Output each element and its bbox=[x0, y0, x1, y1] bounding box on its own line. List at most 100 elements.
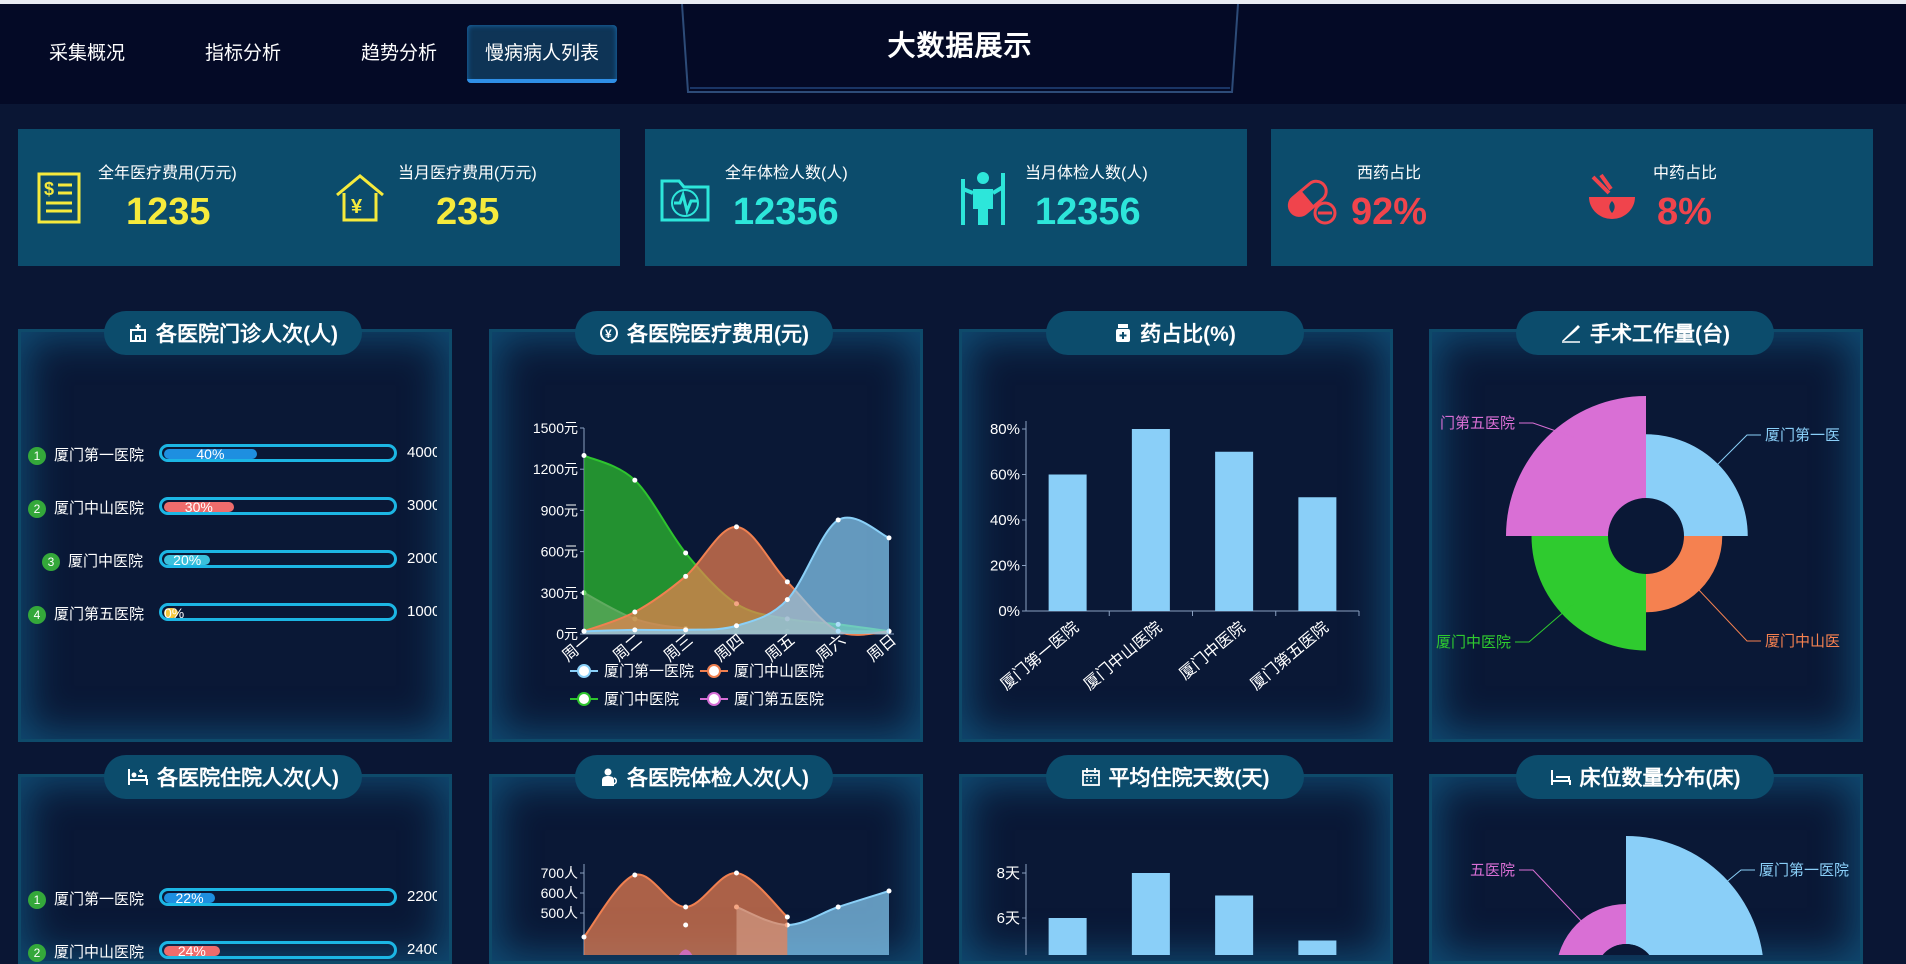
rank-value: 2200 bbox=[407, 888, 437, 905]
rank-value: 3000 bbox=[407, 497, 437, 514]
y-tick-label: 6天 bbox=[997, 910, 1020, 927]
progress-fill: 20% bbox=[164, 553, 211, 567]
hospital-name: 厦门中山医院 bbox=[54, 500, 145, 517]
rank-label: 1 厦门第一医院 bbox=[28, 444, 144, 465]
panel-title-text: 各医院住院人次(人) bbox=[157, 767, 339, 790]
legend-marker bbox=[577, 664, 591, 678]
legend-marker bbox=[577, 692, 591, 706]
inpatient-title: 各医院住院人次(人) bbox=[104, 755, 362, 799]
data-point bbox=[632, 477, 638, 483]
y-tick-label: 8天 bbox=[997, 865, 1020, 882]
data-point bbox=[835, 517, 841, 523]
x-tick-label: 厦门第一医院 bbox=[997, 618, 1082, 694]
progress-track: 20% bbox=[159, 550, 397, 568]
rank-label: 2 厦门中山医院 bbox=[28, 941, 144, 962]
y-tick-label: 40% bbox=[990, 512, 1020, 529]
progress-track: 40% bbox=[159, 444, 397, 462]
progress-track: 22% bbox=[159, 888, 397, 906]
stat-value: 8% bbox=[1657, 191, 1712, 233]
x-tick-label: 厦门中山医院 bbox=[1080, 618, 1165, 694]
tab-indicator-analysis[interactable]: 指标分析 bbox=[168, 25, 318, 83]
data-point bbox=[632, 627, 638, 633]
progress-track: 24% bbox=[159, 941, 397, 959]
progress-track: 0% bbox=[159, 603, 397, 621]
cost-area-chart: 0元300元600元900元1200元1500元周一 周二 周三 周四 周五 周六 周日厦门… bbox=[533, 420, 900, 708]
checkup-area-chart: 500人 600人 700人 bbox=[541, 864, 892, 955]
data-point bbox=[683, 904, 689, 910]
rank-label: 2 厦门中山医院 bbox=[28, 497, 144, 518]
stat-value: 12356 bbox=[733, 191, 839, 233]
herb-bowl-icon bbox=[1589, 173, 1635, 219]
hospital-name: 厦门第一医院 bbox=[54, 447, 145, 464]
bar bbox=[1215, 895, 1254, 955]
rose-slice bbox=[1626, 836, 1763, 955]
y-tick-label: 600元 bbox=[541, 544, 578, 560]
progress-track: 30% bbox=[159, 497, 397, 515]
rank-badge: 2 bbox=[28, 500, 46, 518]
x-tick-label: 周日 bbox=[864, 632, 899, 666]
hospital-name: 厦门第五医院 bbox=[54, 606, 145, 623]
progress-fill: 22% bbox=[164, 891, 216, 905]
stat-label: 当月医疗费用(万元) bbox=[398, 165, 537, 182]
bar bbox=[1215, 451, 1254, 611]
bar bbox=[1131, 429, 1170, 611]
rank-badge: 1 bbox=[28, 891, 46, 909]
hospital-name: 厦门第一医院 bbox=[54, 891, 145, 908]
x-tick-label: 周五 bbox=[763, 632, 798, 666]
rank-badge: 1 bbox=[28, 447, 46, 465]
svg-text:$: $ bbox=[44, 179, 54, 199]
y-tick-label: 300元 bbox=[541, 585, 578, 601]
stat-card-cost: $ 全年医疗费用(万元) 1235 ¥ 当月医疗费用(万元) 235 bbox=[18, 129, 620, 266]
rank-value: 1000 bbox=[407, 603, 437, 620]
data-point bbox=[683, 922, 689, 928]
slice-label: 厦门中山医 bbox=[1765, 633, 1840, 650]
progress-fill: 40% bbox=[164, 447, 257, 461]
rank-badge: 3 bbox=[42, 553, 60, 571]
bar bbox=[1298, 940, 1337, 955]
rank-value: 2000 bbox=[407, 550, 437, 567]
hospital-name: 厦门中山医院 bbox=[54, 944, 145, 961]
stat-label: 当月体检人数(人) bbox=[1025, 165, 1148, 182]
slice-label: 厦门第一医 bbox=[1765, 426, 1840, 444]
rank-value: 4000 bbox=[407, 444, 437, 461]
slice-label: 五医院 bbox=[1470, 861, 1515, 879]
slice-label: 厦门中医院 bbox=[1436, 633, 1511, 651]
tab-chronic-patient-list[interactable]: 慢病病人列表 bbox=[467, 25, 617, 83]
data-point bbox=[683, 550, 689, 556]
progress-fill: 0% bbox=[164, 605, 185, 621]
x-tick-label: 厦门中医院 bbox=[1176, 618, 1249, 683]
panel-title-text: 各医院门诊人次(人) bbox=[156, 323, 338, 346]
tab-collection-overview[interactable]: 采集概况 bbox=[12, 25, 162, 83]
stat-label: 全年医疗费用(万元) bbox=[98, 165, 237, 182]
data-point bbox=[683, 573, 689, 579]
rank-label: 4 厦门第五医院 bbox=[28, 603, 144, 624]
data-point bbox=[632, 872, 638, 878]
data-point bbox=[886, 535, 892, 541]
svg-text:¥: ¥ bbox=[351, 196, 363, 218]
stat-value: 235 bbox=[436, 191, 500, 233]
label-leader bbox=[1519, 869, 1586, 926]
bar bbox=[1048, 474, 1087, 611]
rose-slice bbox=[1506, 396, 1646, 536]
data-point bbox=[835, 904, 841, 910]
y-tick-label: 1500元 bbox=[533, 420, 578, 436]
page-title: 大数据展示 bbox=[887, 30, 1033, 61]
data-point bbox=[734, 870, 739, 876]
stat-label: 中药占比 bbox=[1653, 165, 1718, 182]
tab-trend-analysis[interactable]: 趋势分析 bbox=[324, 25, 474, 83]
legend-label: 厦门第一医院 bbox=[604, 662, 694, 680]
legend-marker bbox=[707, 692, 721, 706]
yuan-house-icon: ¥ bbox=[336, 174, 384, 222]
drug-bar-chart: 0% 20% 40% 60% 80% 厦门第一医院厦门中山医院 厦门中医院厦门第五医院 bbox=[990, 421, 1360, 694]
data-point bbox=[734, 524, 739, 530]
data-point bbox=[784, 914, 790, 920]
data-point bbox=[581, 452, 587, 458]
surgery-rose-chart: 厦门第一医厦门中山医 厦门中医院 门第五医院 bbox=[1436, 396, 1840, 651]
x-tick-label: 周三 bbox=[661, 632, 696, 666]
y-tick-label: 80% bbox=[990, 421, 1020, 438]
y-tick-label: 20% bbox=[990, 558, 1020, 575]
y-tick-label: 600人 bbox=[541, 885, 578, 901]
inpatient-panel bbox=[18, 774, 452, 964]
stat-value: 1235 bbox=[126, 191, 211, 233]
legend-marker bbox=[707, 664, 721, 678]
